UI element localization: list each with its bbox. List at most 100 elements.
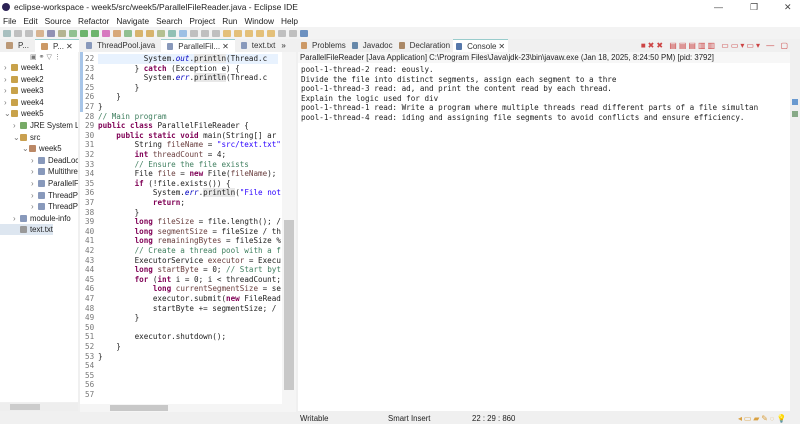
console-output[interactable]: pool-1-thread-2 read: eously. Divide the …	[298, 63, 790, 403]
chevron-right-icon[interactable]: ›	[31, 179, 38, 188]
code-editor[interactable]: 22 System.out.println(Thread.c 23 } catch…	[80, 52, 296, 404]
chevron-right-icon[interactable]: ›	[4, 63, 11, 72]
toolbar-button-icon[interactable]	[47, 29, 55, 37]
toolbar-button-icon[interactable]	[234, 29, 242, 37]
menu-refactor[interactable]: Refactor	[78, 16, 109, 26]
chevron-right-icon[interactable]: ›	[31, 156, 38, 165]
toolbar-button-icon[interactable]	[36, 29, 44, 37]
close-icon[interactable]: ✕	[66, 42, 73, 51]
chevron-right-icon[interactable]: ›	[31, 202, 38, 211]
toolbar-button-icon[interactable]	[146, 29, 154, 37]
menu-window[interactable]: Window	[244, 16, 274, 26]
menu-run[interactable]: Run	[222, 16, 237, 26]
toolbar-button-icon[interactable]	[80, 29, 88, 37]
toolbar-button-icon[interactable]	[212, 29, 220, 37]
toolbar-button-icon[interactable]	[69, 29, 77, 37]
tree-item[interactable]: › week4	[0, 97, 44, 108]
tree-item[interactable]: › DeadLoc	[0, 155, 78, 166]
maximize-icon[interactable]: ❐	[750, 2, 758, 13]
code-line: 33 // Ensure the file exists	[80, 160, 280, 170]
toolbar-button-icon[interactable]	[91, 29, 99, 37]
toolbar-button-icon[interactable]	[201, 29, 209, 37]
tree-item[interactable]: › ThreadPo	[0, 190, 78, 201]
close-icon[interactable]: ✕	[222, 42, 229, 51]
outline-icon[interactable]	[792, 99, 798, 105]
tree-horizontal-scrollbar[interactable]	[0, 403, 78, 411]
close-icon[interactable]: ✕	[784, 2, 792, 13]
tree-item[interactable]: › ParallelFi	[0, 178, 78, 189]
status-trim-icons[interactable]: ◂▭▰✎◌💡	[738, 414, 788, 423]
tree-item[interactable]: ⌄ src	[0, 132, 40, 143]
editor-tab[interactable]: ThreadPool.java	[80, 39, 161, 52]
toolbar-button-icon[interactable]	[179, 29, 187, 37]
tab-javadoc[interactable]: Javadoc	[349, 39, 396, 52]
toolbar-button-icon[interactable]	[190, 29, 198, 37]
chevron-right-icon[interactable]: ›	[31, 167, 38, 176]
toolbar-button-icon[interactable]	[14, 29, 22, 37]
window-title: eclipse-workspace - week5/src/week5/Para…	[14, 2, 298, 12]
toolbar-button-icon[interactable]	[168, 29, 176, 37]
toolbar-button-icon[interactable]	[25, 29, 33, 37]
toolbar-button-icon[interactable]	[267, 29, 275, 37]
editor-horizontal-scrollbar[interactable]	[80, 404, 296, 412]
toolbar-button-icon[interactable]	[256, 29, 264, 37]
code-line: 27}	[80, 102, 280, 112]
tree-item[interactable]: ⌄ week5	[0, 108, 44, 119]
chevron-down-icon[interactable]: ⌄	[22, 144, 29, 153]
chevron-down-icon[interactable]: ⌄	[13, 133, 20, 142]
status-writable: Writable	[300, 414, 329, 423]
toolbar-button-icon[interactable]	[135, 29, 143, 37]
toolbar-button-icon[interactable]	[278, 29, 286, 37]
tab-declaration[interactable]: Declaration	[396, 39, 453, 52]
tree-item[interactable]: › week3	[0, 85, 44, 96]
menu-help[interactable]: Help	[281, 16, 298, 26]
console-horizontal-scrollbar[interactable]	[298, 403, 790, 411]
toolbar-button-icon[interactable]	[289, 29, 297, 37]
code-token: println	[194, 73, 227, 83]
chevron-right-icon[interactable]: ›	[13, 214, 20, 223]
code-token: long	[134, 217, 153, 227]
toolbar-button-icon[interactable]	[58, 29, 66, 37]
editor-vertical-scrollbar[interactable]	[282, 52, 296, 404]
tree-item[interactable]: text.txt	[0, 224, 53, 236]
toolbar-button-icon[interactable]	[157, 29, 165, 37]
menu-search[interactable]: Search	[156, 16, 182, 26]
toolbar-button-icon[interactable]	[223, 29, 231, 37]
toolbar-button-icon[interactable]	[113, 29, 121, 37]
toolbar-button-icon[interactable]	[300, 29, 308, 37]
toolbar-button-icon[interactable]	[124, 29, 132, 37]
chevron-right-icon[interactable]: ›	[31, 191, 38, 200]
chevron-right-icon[interactable]: ›	[13, 121, 20, 130]
menu-navigate[interactable]: Navigate	[116, 16, 149, 26]
tree-item[interactable]: › Multithre	[0, 166, 78, 177]
close-icon[interactable]: ✕	[498, 42, 505, 51]
menu-source[interactable]: Source	[45, 16, 71, 26]
chevron-right-icon[interactable]: ›	[4, 98, 11, 107]
view-toolbar-icons[interactable]: ▣⚭▽⋮	[30, 53, 63, 61]
tree-item[interactable]: › module-info	[0, 213, 71, 224]
tree-item[interactable]: › ThreadPo	[0, 201, 78, 212]
chevron-right-icon[interactable]: ›	[4, 86, 11, 95]
toolbar-button-icon[interactable]	[102, 29, 110, 37]
tree-item[interactable]: ⌄ week5	[0, 143, 62, 154]
console-toolbar-icons[interactable]: ■✖✖ ▤▤▤▥▥ ▭▭▾▭▾ — ▢	[641, 41, 790, 50]
tree-item[interactable]: › week1	[0, 62, 44, 73]
tree-item[interactable]: › JRE System Lib	[0, 120, 78, 131]
tab-overflow-icon[interactable]: »	[281, 41, 285, 50]
tab-project-explorer[interactable]: P... ✕	[34, 39, 79, 52]
chevron-down-icon[interactable]: ⌄	[4, 109, 11, 118]
menu-file[interactable]: File	[3, 16, 16, 26]
tab-console[interactable]: Console ✕	[453, 39, 509, 52]
tab-problems[interactable]: Problems	[298, 39, 349, 52]
tree-item[interactable]: › week2	[0, 74, 44, 85]
editor-tab[interactable]: ParallelFil... ✕	[161, 39, 235, 52]
toolbar-button-icon[interactable]	[3, 29, 11, 37]
chevron-right-icon[interactable]: ›	[4, 75, 11, 84]
menu-edit[interactable]: Edit	[23, 16, 37, 26]
toolbar-button-icon[interactable]	[245, 29, 253, 37]
editor-tab[interactable]: text.txt	[235, 39, 282, 52]
minimize-icon[interactable]: —	[714, 2, 723, 12]
tab-package-explorer[interactable]: P...	[0, 39, 35, 52]
menu-project[interactable]: Project	[189, 16, 215, 26]
task-icon[interactable]	[792, 111, 798, 117]
